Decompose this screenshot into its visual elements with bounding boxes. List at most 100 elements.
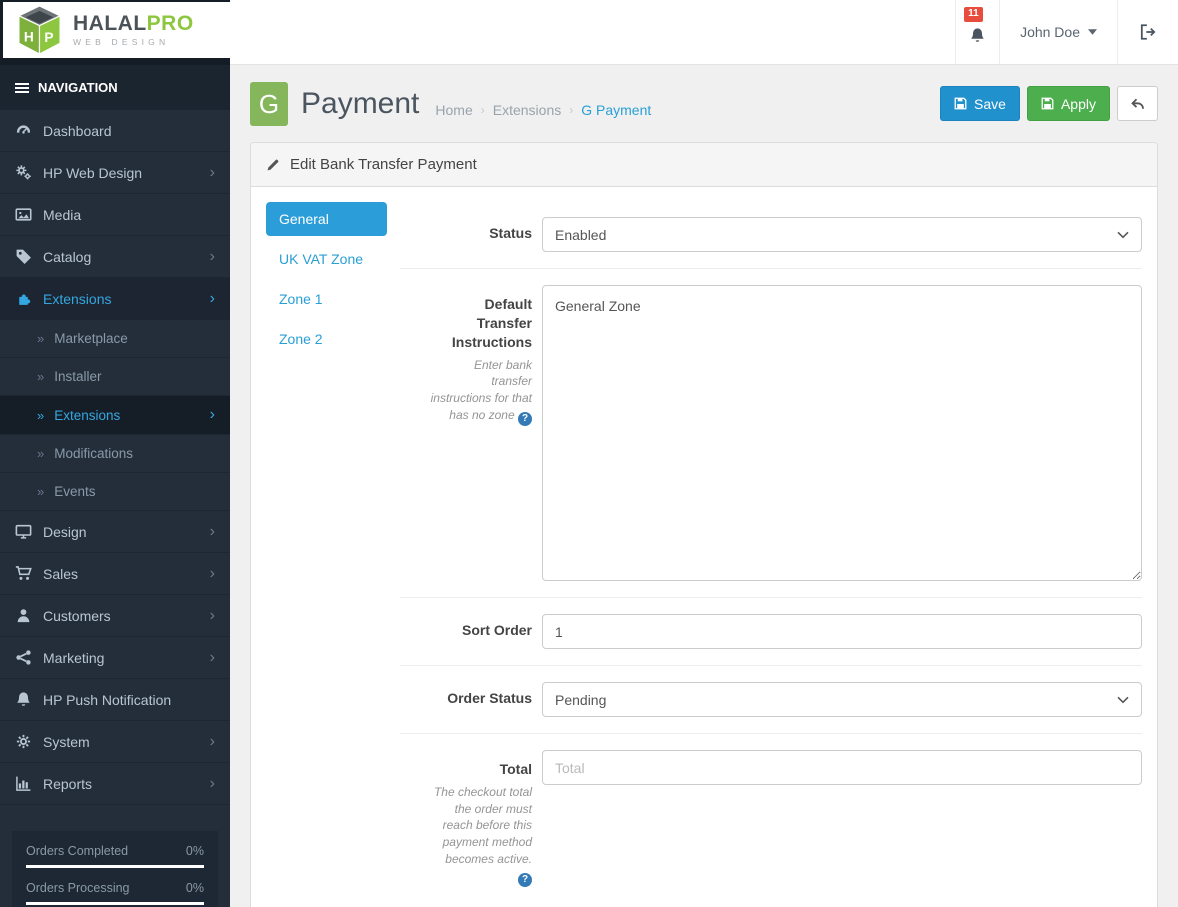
- help-icon[interactable]: ?: [518, 412, 532, 427]
- sidebar-item-extensions[interactable]: Extensions ›: [0, 278, 230, 320]
- breadcrumb-home[interactable]: Home: [435, 102, 472, 118]
- order-status-label: Order Status: [447, 690, 532, 706]
- logout-button[interactable]: [1117, 0, 1178, 64]
- sidebar-item-hp-web-design[interactable]: HP Web Design ›: [0, 152, 230, 194]
- panel-heading: Edit Bank Transfer Payment: [251, 143, 1157, 187]
- gear-icon: [16, 734, 31, 749]
- sidebar-item-media[interactable]: Media: [0, 194, 230, 236]
- payment-form: Status Enabled Default Transfer Instruct…: [400, 202, 1142, 903]
- double-angle-icon: »: [37, 407, 45, 423]
- back-button[interactable]: [1117, 86, 1158, 121]
- breadcrumb-separator: ›: [569, 103, 574, 117]
- floppy-icon: [954, 97, 967, 110]
- breadcrumb: Home › Extensions › G Payment: [435, 102, 651, 118]
- sort-order-label: Sort Order: [461, 622, 532, 638]
- instructions-label: Default Transfer Instructions Enter bank…: [430, 296, 532, 427]
- stat-value: 0%: [185, 881, 204, 895]
- chevron-right-icon: ›: [209, 289, 215, 307]
- sidebar-navigation-header: NAVIGATION: [0, 65, 230, 110]
- brand-name-accent: PRO: [146, 12, 194, 36]
- sidebar-item-catalog[interactable]: Catalog ›: [0, 236, 230, 278]
- total-input[interactable]: [542, 750, 1142, 785]
- puzzle-icon: [19, 294, 31, 305]
- double-angle-icon: »: [37, 446, 45, 461]
- tab-uk-vat-zone[interactable]: UK VAT Zone: [266, 242, 387, 276]
- edit-payment-panel: Edit Bank Transfer Payment General UK VA…: [250, 142, 1158, 907]
- sidebar-item-sales[interactable]: Sales ›: [0, 553, 230, 595]
- order-status-select[interactable]: Pending: [542, 682, 1142, 717]
- dashboard-icon: [16, 125, 31, 134]
- sidebar-item-reports[interactable]: Reports ›: [0, 763, 230, 805]
- total-form-group: Total The checkout total the order must …: [400, 734, 1142, 903]
- notifications-button[interactable]: 11: [955, 0, 999, 64]
- chevron-right-icon: ›: [209, 774, 215, 792]
- bell-icon: [17, 692, 30, 706]
- sidebar-item-design[interactable]: Design ›: [0, 511, 230, 553]
- user-name: John Doe: [1020, 24, 1080, 40]
- user-icon: [17, 609, 30, 623]
- tab-general[interactable]: General: [266, 202, 387, 236]
- svg-text:P: P: [44, 30, 53, 45]
- chevron-right-icon: ›: [209, 522, 215, 540]
- chevron-down-icon: [1117, 231, 1129, 238]
- breadcrumb-separator: ›: [480, 103, 485, 117]
- sidebar-stats: Orders Completed 0% Orders Processing 0%: [12, 831, 218, 907]
- cart-icon: [15, 566, 32, 580]
- user-menu[interactable]: John Doe: [999, 0, 1117, 64]
- total-help-text: The checkout total the order must reach …: [433, 784, 532, 887]
- sidebar-item-hp-push-notification[interactable]: HP Push Notification: [0, 679, 230, 721]
- instructions-help-text: Enter bank transfer instructions for tha…: [430, 357, 532, 427]
- breadcrumb-extensions[interactable]: Extensions: [493, 102, 561, 118]
- brand-logo[interactable]: H P HALALPRO WEB DESIGN: [0, 0, 230, 65]
- sidebar-item-system[interactable]: System ›: [0, 721, 230, 763]
- chevron-right-icon: ›: [209, 648, 215, 666]
- main-content: G Payment Home › Extensions › G Payment …: [230, 65, 1178, 907]
- tab-zone-1[interactable]: Zone 1: [266, 282, 387, 316]
- sidebar: NAVIGATION Dashboard HP Web Design › Med…: [0, 65, 230, 907]
- status-select[interactable]: Enabled: [542, 217, 1142, 252]
- sidebar-item-customers[interactable]: Customers ›: [0, 595, 230, 637]
- bell-icon: [971, 27, 984, 42]
- progress-bar: [26, 865, 204, 868]
- total-label: Total The checkout total the order must …: [400, 750, 532, 887]
- panel-title: Edit Bank Transfer Payment: [290, 156, 477, 173]
- stat-orders-completed: Orders Completed 0%: [26, 844, 204, 868]
- back-arrow-icon: [1131, 98, 1144, 109]
- floppy-icon: [1041, 97, 1054, 110]
- navigation-label: NAVIGATION: [38, 80, 118, 95]
- help-icon[interactable]: ?: [518, 872, 532, 887]
- save-button[interactable]: Save: [940, 86, 1020, 121]
- image-icon: [15, 208, 32, 221]
- status-label: Status: [489, 225, 532, 241]
- double-angle-icon: »: [37, 369, 45, 384]
- breadcrumb-current[interactable]: G Payment: [581, 102, 651, 118]
- logout-icon: [1140, 24, 1156, 40]
- sidebar-item-marketing[interactable]: Marketing ›: [0, 637, 230, 679]
- transfer-instructions-textarea[interactable]: General Zone: [542, 285, 1142, 581]
- sidebar-item-dashboard[interactable]: Dashboard: [0, 110, 230, 152]
- status-form-group: Status Enabled: [400, 202, 1142, 269]
- chevron-right-icon: ›: [209, 564, 215, 582]
- sidebar-item-events[interactable]: » Events: [0, 473, 230, 511]
- tab-zone-2[interactable]: Zone 2: [266, 322, 387, 356]
- caret-down-icon: [1088, 29, 1097, 35]
- sidebar-item-extensions-sub[interactable]: » Extensions ›: [0, 396, 230, 435]
- brand-tagline: WEB DESIGN: [73, 37, 170, 48]
- svg-text:H: H: [24, 29, 34, 44]
- sort-order-input[interactable]: [542, 614, 1142, 649]
- sidebar-item-modifications[interactable]: » Modifications: [0, 435, 230, 473]
- share-icon: [16, 650, 31, 665]
- double-angle-icon: »: [37, 331, 45, 346]
- apply-button[interactable]: Apply: [1026, 86, 1110, 121]
- topbar-controls: 11 John Doe: [230, 0, 1178, 65]
- hamburger-icon: [15, 86, 29, 89]
- sidebar-item-marketplace[interactable]: » Marketplace: [0, 320, 230, 358]
- monitor-icon: [15, 524, 32, 539]
- stat-label: Orders Completed: [26, 844, 129, 858]
- chevron-right-icon: ›: [209, 406, 215, 423]
- sidebar-item-installer[interactable]: » Installer: [0, 358, 230, 396]
- order-status-form-group: Order Status Pending: [400, 666, 1142, 734]
- stat-value: 0%: [185, 844, 204, 858]
- page-icon-badge: G: [250, 82, 288, 126]
- chevron-right-icon: ›: [209, 163, 215, 181]
